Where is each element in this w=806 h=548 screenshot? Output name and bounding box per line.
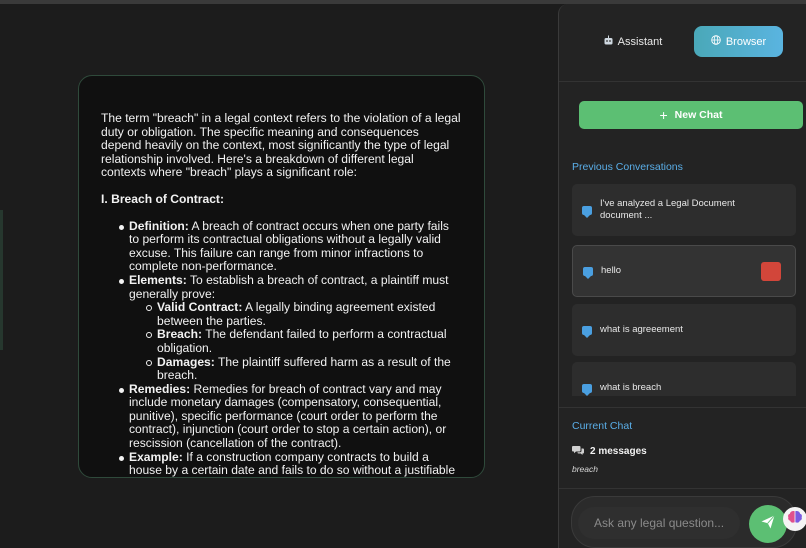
list-item: Example: If a construction company contr…: [101, 449, 462, 477]
tab-assistant-label: Assistant: [617, 35, 663, 48]
sidebar: Assistant Browser + New Chat Previous Co…: [558, 4, 806, 548]
list-item: Elements: To establish a breach of contr…: [101, 272, 462, 383]
left-edge-decoration: [0, 210, 3, 350]
current-chat-title: Current Chat: [572, 420, 633, 432]
list-item: Remedies: Remedies for breach of contrac…: [101, 381, 462, 451]
conversation-title: what is agreeement: [600, 324, 683, 335]
send-icon: [760, 514, 776, 535]
divider: [559, 407, 806, 408]
conversation-title: hello: [601, 265, 622, 276]
sub-list: Valid Contract: A legally binding agreem…: [129, 300, 462, 383]
chat-input-container: [571, 496, 797, 548]
answer-card: The term "breach" in a legal context ref…: [78, 75, 485, 478]
answer-intro: The term "breach" in a legal context ref…: [101, 111, 461, 180]
message-icon: [582, 325, 592, 338]
divider: [559, 488, 806, 489]
plus-icon: +: [659, 107, 668, 123]
list-item-term: Definition:: [129, 218, 189, 233]
sub-item-term: Breach:: [157, 327, 203, 342]
message-count: 2 messages: [572, 445, 647, 458]
tab-browser[interactable]: Browser: [694, 26, 783, 57]
message-icon: [582, 383, 592, 396]
brain-icon: [787, 510, 803, 529]
conversation-item[interactable]: what is agreeement: [572, 304, 796, 356]
sub-item-term: Valid Contract:: [157, 300, 243, 315]
sub-list-item: Valid Contract: A legally binding agreem…: [129, 300, 462, 328]
current-chat-subtitle: breach: [572, 464, 598, 474]
list-item-term: Remedies:: [129, 381, 191, 396]
conversation-item[interactable]: what is breach: [572, 362, 796, 396]
previous-conversations-title: Previous Conversations: [572, 161, 683, 173]
conversation-item[interactable]: I've analyzed a Legal Document document …: [572, 184, 796, 236]
conversation-item-active[interactable]: hello: [572, 245, 796, 297]
conversation-title: I've analyzed a Legal Document document …: [600, 198, 735, 221]
sub-item-term: Damages:: [157, 354, 215, 369]
send-button[interactable]: [749, 505, 787, 543]
message-icon: [582, 205, 592, 218]
sub-list-item: Damages: The plaintiff suffered harm as …: [129, 354, 462, 383]
message-count-text: 2 messages: [590, 446, 647, 457]
current-chat-info: 2 messages breach: [572, 445, 647, 474]
answer-list: Definition: A breach of contract occurs …: [101, 218, 462, 477]
globe-icon: [711, 35, 721, 48]
chat-bubbles-icon: [572, 445, 584, 458]
list-item-term: Example:: [129, 449, 183, 464]
question-input[interactable]: [578, 507, 740, 539]
new-chat-label: New Chat: [674, 109, 723, 121]
section-heading: I. Breach of Contract:: [101, 191, 224, 206]
conversation-title: what is breach: [600, 382, 662, 393]
list-item-term: Elements:: [129, 272, 187, 287]
message-icon: [583, 266, 593, 279]
tab-bar: Assistant Browser: [559, 4, 806, 82]
tab-browser-label: Browser: [725, 35, 767, 48]
sub-list-item: Breach: The defendant failed to perform …: [129, 328, 462, 355]
robot-icon: [604, 35, 613, 48]
tab-assistant[interactable]: Assistant: [595, 26, 671, 57]
brain-assistant-button[interactable]: [783, 507, 806, 531]
list-item: Definition: A breach of contract occurs …: [101, 218, 462, 274]
conversation-list[interactable]: I've analyzed a Legal Document document …: [572, 184, 796, 396]
delete-conversation-button[interactable]: [761, 262, 781, 281]
new-chat-button[interactable]: + New Chat: [579, 101, 803, 129]
